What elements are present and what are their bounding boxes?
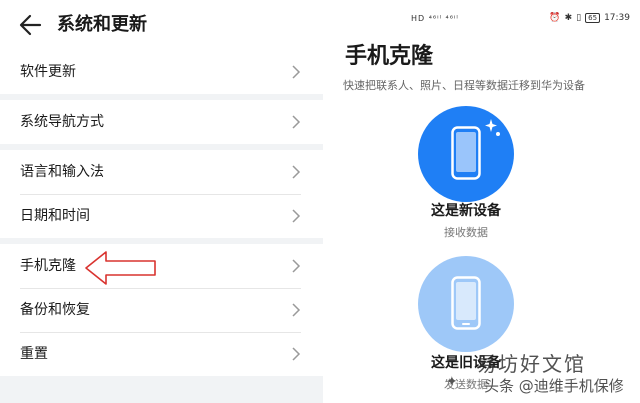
settings-group-1: 软件更新 <box>0 50 323 94</box>
chevron-right-icon <box>292 115 301 129</box>
chevron-right-icon <box>292 259 301 273</box>
chevron-right-icon <box>292 347 301 361</box>
highlight-arrow-icon <box>85 251 156 285</box>
settings-group-2: 系统导航方式 <box>0 100 323 144</box>
settings-item-label: 备份和恢复 <box>20 302 90 318</box>
settings-item-date-time[interactable]: 日期和时间 <box>0 194 323 238</box>
chevron-right-icon <box>292 209 301 223</box>
watermark-brand: 易坊好文馆 <box>476 352 586 376</box>
new-device-title: 这是新设备 <box>431 203 501 219</box>
status-bar: HD ⁴⁶ᴵˡ ⁴⁶ᴵˡ ⏰ ✱ ▯ 65 17:39 <box>323 0 640 34</box>
new-device-button[interactable] <box>418 106 514 202</box>
signal-indicators: HD ⁴⁶ᴵˡ ⁴⁶ᴵˡ <box>411 14 459 23</box>
status-right: ⏰ ✱ ▯ 65 17:39 <box>549 12 630 24</box>
settings-panel: 系统和更新 软件更新 系统导航方式 语言和输入法 日期和时间 手机克隆 备份和恢… <box>0 0 323 403</box>
phone-clone-screen: HD ⁴⁶ᴵˡ ⁴⁶ᴵˡ ⏰ ✱ ▯ 65 17:39 手机克隆 快速把联系人、… <box>323 0 640 403</box>
page-title: 系统和更新 <box>57 14 147 35</box>
settings-item-label: 日期和时间 <box>20 208 90 224</box>
settings-item-label: 手机克隆 <box>20 258 76 274</box>
battery-icon: 65 <box>585 13 601 23</box>
chevron-right-icon <box>292 65 301 79</box>
settings-item-software-update[interactable]: 软件更新 <box>0 50 323 94</box>
settings-group-3: 语言和输入法 日期和时间 <box>0 150 323 238</box>
settings-item-language-input[interactable]: 语言和输入法 <box>0 150 323 194</box>
chevron-right-icon <box>292 165 301 179</box>
chevron-right-icon <box>292 303 301 317</box>
screen-title: 手机克隆 <box>345 44 434 69</box>
settings-item-label: 语言和输入法 <box>20 164 104 180</box>
watermark-owner: 头条 @迪维手机保修 <box>484 377 624 395</box>
settings-item-label: 系统导航方式 <box>20 114 104 130</box>
sparkle-icon <box>485 119 500 136</box>
settings-item-phone-clone[interactable]: 手机克隆 <box>0 244 323 288</box>
phone-icon <box>451 126 481 180</box>
settings-item-label: 重置 <box>20 346 48 362</box>
status-time: 17:39 <box>604 13 630 23</box>
screen-subtitle: 快速把联系人、照片、日程等数据迁移到华为设备 <box>343 79 585 92</box>
settings-item-reset[interactable]: 重置 <box>0 332 323 376</box>
watermark: ✦ 易坊好文馆 头条 @迪维手机保修 <box>434 352 630 398</box>
settings-header: 系统和更新 <box>0 0 323 50</box>
back-arrow-icon[interactable] <box>18 12 44 38</box>
phone-icon <box>451 276 481 330</box>
settings-item-navigation-mode[interactable]: 系统导航方式 <box>0 100 323 144</box>
watermark-logo-icon: ✦ <box>446 374 458 390</box>
settings-item-backup-restore[interactable]: 备份和恢复 <box>0 288 323 332</box>
old-device-button[interactable] <box>418 256 514 352</box>
new-device-subtitle: 接收数据 <box>444 226 488 239</box>
settings-group-4: 手机克隆 备份和恢复 重置 <box>0 244 323 376</box>
bluetooth-icon: ✱ <box>564 13 573 23</box>
settings-item-label: 软件更新 <box>20 64 76 80</box>
vibrate-icon: ▯ <box>576 13 582 23</box>
alarm-icon: ⏰ <box>549 13 561 23</box>
